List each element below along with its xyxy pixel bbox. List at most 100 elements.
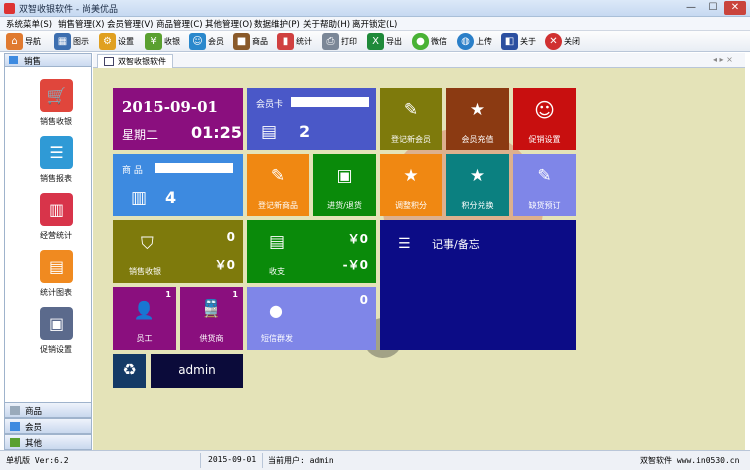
product-label: 商 品 [122, 166, 143, 176]
notes-title: 记事/备忘 [432, 238, 480, 251]
sidebar-header[interactable]: 销售 [4, 53, 92, 67]
sidebar-item-label: 经营统计 [40, 231, 72, 240]
toolbar-label: 商品 [252, 37, 268, 46]
tile-staff[interactable]: 👤 1 员工 [113, 287, 176, 350]
sidebar-item-sales-report[interactable]: ☰ [40, 136, 73, 169]
menu-data[interactable]: 数据维护(P) [254, 18, 300, 30]
toolbar-about-button[interactable]: ◧ 关于 [501, 32, 536, 51]
toolbar-diagram-button[interactable]: ▦ 图示 [54, 32, 89, 51]
tile-shortage-order[interactable]: ✎ 缺货预订 [513, 154, 576, 216]
sidebar-section-label: 商品 [25, 407, 43, 417]
sidebar-item-sales-cashier[interactable]: 🛒 [40, 79, 73, 112]
tile-caption: 会员充值 [461, 135, 494, 144]
toolbar-stats-button[interactable]: ▮ 统计 [277, 32, 312, 51]
menu-sales[interactable]: 销售管理(X) [58, 18, 104, 30]
product-count: 4 [165, 188, 177, 207]
menu-other[interactable]: 其他管理(O) [205, 18, 252, 30]
star-icon: ★ [403, 166, 419, 186]
tile-promo-settings[interactable]: ☺ 促销设置 [513, 88, 576, 150]
toolbar-label: 上传 [476, 37, 492, 46]
tile-datetime: 2015-09-01 星期二 01:25 [113, 88, 243, 150]
member-card-label: 会员卡 [256, 100, 284, 110]
toolbar-upload-button[interactable]: ◍ 上传 [457, 32, 492, 51]
tile-member-card[interactable]: 会员卡 ▤ 2 [247, 88, 376, 150]
smiley-icon: ☺ [534, 98, 555, 122]
sidebar-section-other[interactable]: 其他 [4, 434, 92, 450]
minimize-button[interactable]: — [680, 1, 702, 15]
pencil-icon: ✎ [537, 166, 552, 186]
toolbar-export-button[interactable]: X 导出 [367, 32, 402, 51]
menu-products[interactable]: 商品管理(C) [156, 18, 203, 30]
tile-adjust-points[interactable]: ★ 调整积分 [380, 154, 442, 216]
status-divider [262, 453, 263, 468]
tile-supplier[interactable]: 🚆 1 供货商 [180, 287, 243, 350]
menu-members[interactable]: 会员管理(V) [107, 18, 153, 30]
recycle-icon: ♻ [122, 360, 137, 379]
bar-chart-icon: ▮ [277, 33, 294, 50]
toolbar-product-button[interactable]: ■ 商品 [233, 32, 268, 51]
sidebar-item-stats-chart[interactable]: ▤ [40, 250, 73, 283]
tab-strip: 双智收银软件 ◂ ▸ × [93, 53, 745, 68]
globe-icon: ◍ [457, 33, 474, 50]
expense-amount: -￥0 [342, 258, 368, 272]
supplier-count: 1 [232, 290, 238, 299]
toolbar-member-button[interactable]: ☺ 会员 [189, 32, 224, 51]
window-icon [104, 57, 114, 66]
sidebar-item-business-stats[interactable]: ▥ [40, 193, 73, 226]
toolbar-close-button[interactable]: ✕ 关闭 [545, 32, 580, 51]
toolbar-wechat-button[interactable]: ● 微信 [412, 32, 447, 51]
toolbar-label: 图示 [73, 37, 89, 46]
time-display: 01:25 [191, 123, 242, 142]
sidebar-section-members[interactable]: 会员 [4, 418, 92, 434]
tile-notes[interactable]: ☰ 记事/备忘 [380, 220, 576, 350]
tab-nav-controls[interactable]: ◂ ▸ × [713, 55, 733, 64]
sidebar-section-products[interactable]: 商品 [4, 402, 92, 418]
pencil-icon: ✎ [403, 100, 419, 120]
tile-member-recharge[interactable]: ★ 会员充值 [446, 88, 509, 150]
status-user: 当前用户: admin [268, 456, 334, 465]
list-icon: ☰ [398, 236, 411, 252]
toolbar-label: 关于 [520, 37, 536, 46]
menu-system[interactable]: 系统菜单(S) [6, 18, 52, 30]
tile-user[interactable]: admin [151, 354, 243, 388]
tile-points-redeem[interactable]: ★ 积分兑换 [446, 154, 509, 216]
tile-income-expense[interactable]: ▤ ￥0 -￥0 收支 [247, 220, 376, 283]
tab-main[interactable]: 双智收银软件 [97, 54, 173, 68]
tile-caption: 供货商 [199, 334, 224, 343]
person-icon: 👤 [133, 301, 156, 321]
sidebar-item-promo-settings[interactable]: ▣ [40, 307, 73, 340]
tile-stock-in-out[interactable]: ▣ 进货/退货 [313, 154, 376, 216]
member-count: 2 [299, 122, 311, 141]
tile-register-product[interactable]: ✎ 登记新商品 [247, 154, 309, 216]
tile-sales-cashier[interactable]: ⛉ 0 ￥0 销售收银 [113, 220, 243, 283]
yen-icon: ¥ [145, 33, 162, 50]
user-name: admin [178, 363, 216, 377]
close-window-button[interactable]: ✕ [724, 1, 746, 15]
tile-product[interactable]: 商 品 ▥ 4 [113, 154, 243, 216]
tile-caption: 登记新商品 [258, 201, 298, 210]
tile-caption: 收支 [269, 267, 285, 276]
member-card-input[interactable] [291, 97, 369, 107]
home-icon: ⌂ [6, 33, 23, 50]
tab-label: 双智收银软件 [118, 57, 166, 66]
window-title: 双智收银软件 - 尚美优品 [19, 5, 118, 15]
toolbar-home-button[interactable]: ⌂ 导航 [6, 32, 41, 51]
product-input[interactable] [155, 163, 233, 173]
tile-sms-broadcast[interactable]: ● 0 短信群发 [247, 287, 376, 350]
sales-amount: ￥0 [214, 258, 235, 272]
toolbar-cashier-button[interactable]: ¥ 收银 [145, 32, 180, 51]
menu-lock[interactable]: 离开锁定(L) [352, 18, 397, 30]
tile-caption: 登记新会员 [391, 135, 431, 144]
toolbar-label: 关闭 [564, 37, 580, 46]
toolbar-settings-button[interactable]: ⚙ 设置 [99, 32, 134, 51]
box-icon: ■ [233, 33, 250, 50]
tile-register-member[interactable]: ✎ 登记新会员 [380, 88, 442, 150]
sidebar-item-label: 统计图表 [40, 288, 72, 297]
sidebar-item-label: 销售报表 [40, 174, 72, 183]
menu-help[interactable]: 关于帮助(H) [303, 18, 350, 30]
star-icon: ★ [469, 100, 486, 120]
toolbar-print-button[interactable]: ⎙ 打印 [322, 32, 357, 51]
maximize-button[interactable]: ☐ [702, 1, 724, 15]
sms-count: 0 [359, 293, 368, 307]
tile-recycle[interactable]: ♻ [113, 354, 146, 388]
